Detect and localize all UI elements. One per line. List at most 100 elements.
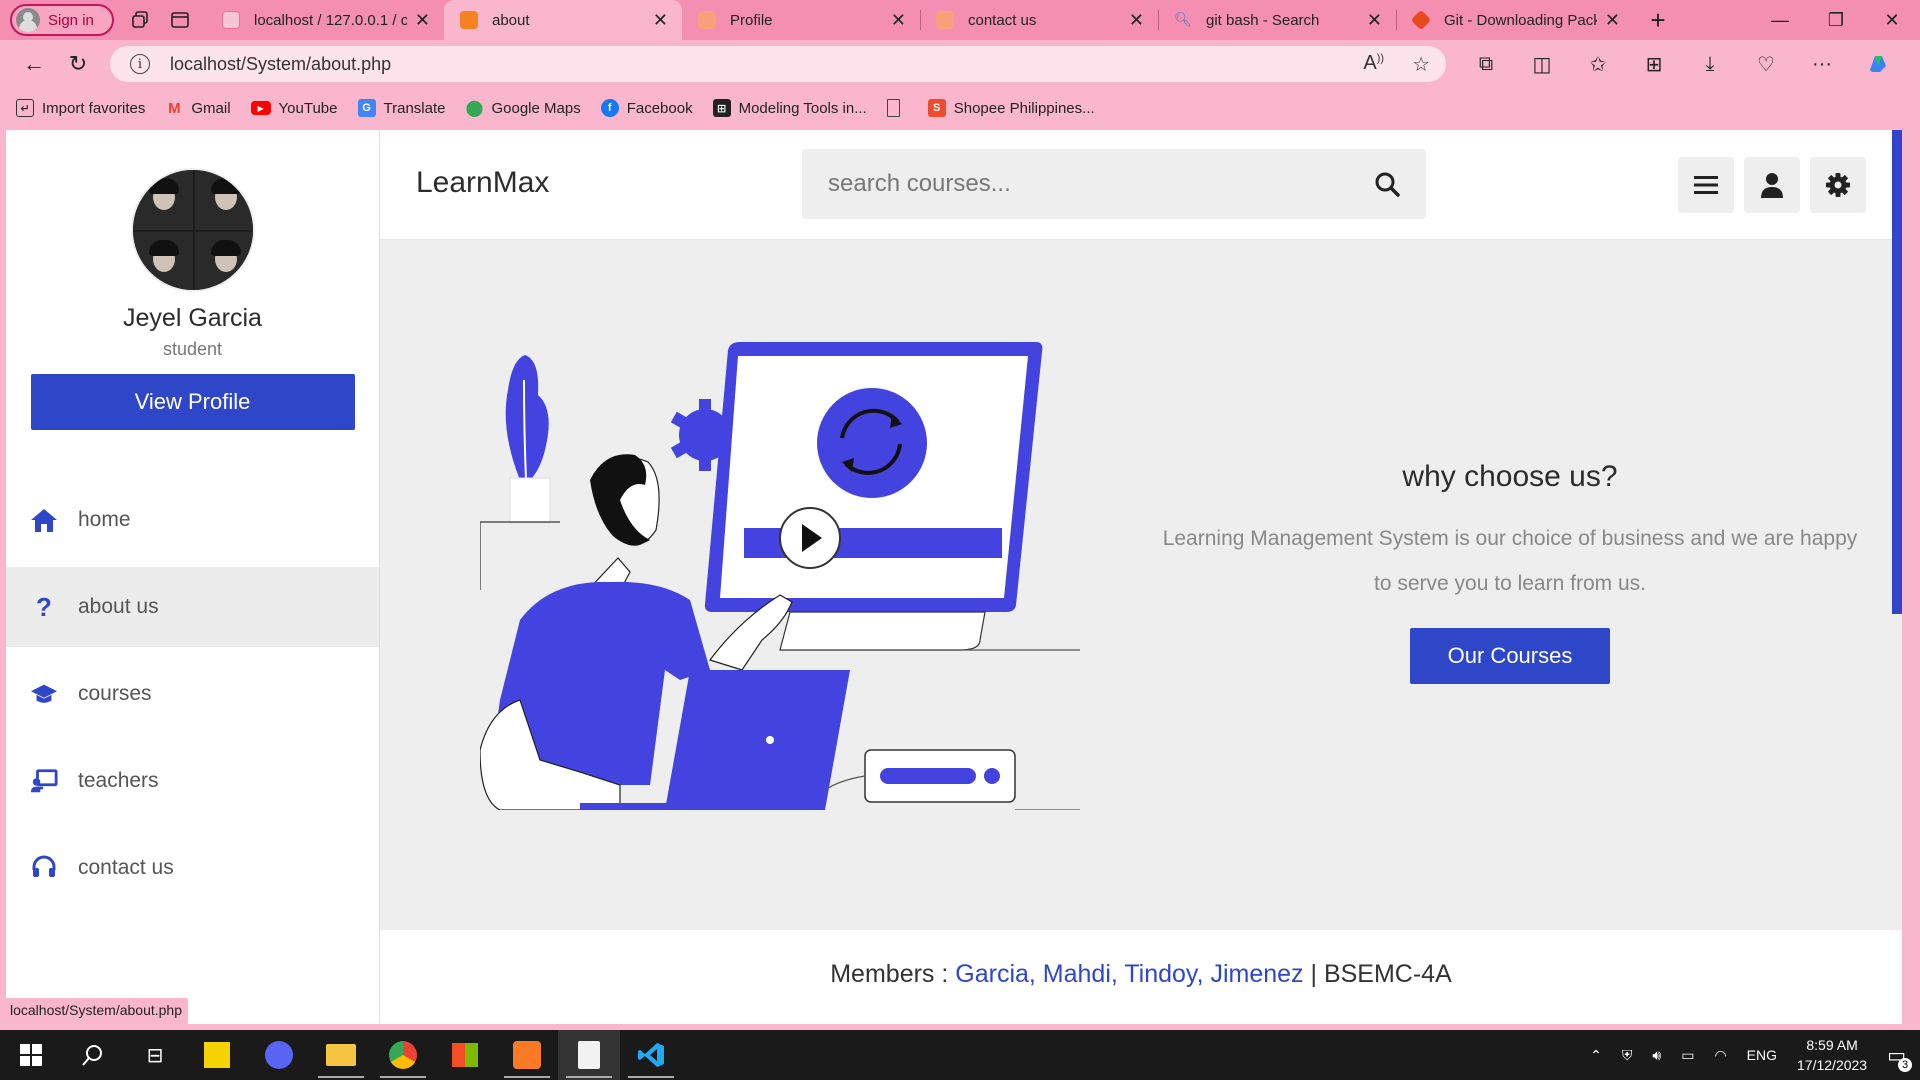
favorite-import[interactable]: ↵ Import favorites xyxy=(16,99,145,117)
new-tab-button[interactable]: + xyxy=(1634,0,1682,40)
favorites-bar: ↵ Import favorites M Gmail ▶ YouTube G T… xyxy=(0,88,1920,128)
graduation-cap-icon xyxy=(30,680,58,708)
taskbar-search-button[interactable] xyxy=(62,1030,124,1080)
battery-icon[interactable]: ▭ xyxy=(1681,1047,1694,1064)
menu-toggle-button[interactable] xyxy=(1678,157,1734,213)
notifications-button[interactable]: ▭ 3 xyxy=(1887,1043,1912,1072)
user-button[interactable] xyxy=(1744,157,1800,213)
taskbar-store[interactable] xyxy=(434,1030,496,1080)
taskbar-vscode[interactable] xyxy=(620,1030,682,1080)
site-info-icon[interactable]: i xyxy=(130,54,150,74)
favorite-label: Facebook xyxy=(626,99,693,117)
taskbar-chrome[interactable] xyxy=(372,1030,434,1080)
sidebar-item-home[interactable]: home xyxy=(6,480,379,560)
sidebar-item-label: home xyxy=(78,508,131,531)
tab-git-bash-search[interactable]: 🔍︎ git bash - Search ✕ xyxy=(1158,0,1396,40)
clock[interactable]: 8:59 AM 17/12/2023 xyxy=(1797,1035,1867,1075)
taskbar-discord[interactable] xyxy=(248,1030,310,1080)
security-icon[interactable]: ⛨ xyxy=(1622,1047,1633,1064)
sidebar-item-courses[interactable]: courses xyxy=(6,654,379,734)
site-logo[interactable]: LearnMax xyxy=(416,166,549,200)
minimize-button[interactable]: — xyxy=(1752,0,1808,40)
downloads-icon[interactable]: ⤓ xyxy=(1682,44,1738,84)
close-icon[interactable]: ✕ xyxy=(1367,10,1382,31)
favorite-google-maps[interactable]: ⬤ Google Maps xyxy=(465,99,581,118)
close-icon[interactable]: ✕ xyxy=(415,10,430,31)
address-toolbar: ← ↻ i localhost/System/about.php A)) ☆ ⧉… xyxy=(0,40,1920,88)
favorite-gmail[interactable]: M Gmail xyxy=(165,99,230,117)
favorite-facebook[interactable]: f Facebook xyxy=(600,99,693,117)
taskbar-notepad[interactable] xyxy=(558,1030,620,1080)
footer-prefix: Members : xyxy=(830,960,956,988)
favorite-star-icon[interactable]: ☆ xyxy=(1412,52,1430,77)
sidebar-item-teachers[interactable]: teachers xyxy=(6,741,379,821)
tab-git-download[interactable]: Git - Downloading Pack ✕ xyxy=(1396,0,1634,40)
restore-button[interactable]: ❐ xyxy=(1808,0,1864,40)
favorite-document[interactable] xyxy=(886,99,908,117)
close-icon[interactable]: ✕ xyxy=(1129,10,1144,31)
language-indicator[interactable]: ENG xyxy=(1747,1047,1777,1063)
sidebar-item-contact-us[interactable]: contact us xyxy=(6,828,379,908)
sign-in-button[interactable]: Sign in xyxy=(10,4,114,36)
browser-toolbar: ⧉ ◫ ✩ ⊞ ⤓ ♡ ··· xyxy=(1458,44,1906,84)
favorite-modeling-tools[interactable]: ⊞ Modeling Tools in... xyxy=(712,99,867,117)
extensions-icon[interactable]: ⧉ xyxy=(1458,44,1514,84)
volume-icon[interactable]: 🔊︎ xyxy=(1652,1047,1661,1064)
search-icon: 🔍︎ xyxy=(1174,11,1192,27)
home-icon xyxy=(30,506,58,534)
task-view-button[interactable]: ⊟ xyxy=(124,1030,186,1080)
tab-actions-icon[interactable] xyxy=(160,0,200,40)
search-icon[interactable] xyxy=(1374,171,1400,197)
sidebar-item-about-us[interactable]: ? about us xyxy=(6,567,379,647)
scrollbar-thumb[interactable] xyxy=(1892,130,1902,614)
header-buttons xyxy=(1678,157,1866,213)
taskbar-sticky-notes[interactable] xyxy=(186,1030,248,1080)
more-options-icon[interactable]: ··· xyxy=(1794,44,1850,84)
favorite-label: Google Maps xyxy=(491,99,581,117)
system-tray: ⌃ ⛨ 🔊︎ ▭ ◠ ENG 8:59 AM 17/12/2023 ▭ 3 xyxy=(1590,1035,1920,1075)
back-button[interactable]: ← xyxy=(12,44,56,84)
favorite-label: Modeling Tools in... xyxy=(738,99,867,117)
taskbar-file-explorer[interactable] xyxy=(310,1030,372,1080)
store-icon xyxy=(452,1043,478,1067)
shopee-icon: S xyxy=(927,99,946,117)
address-bar[interactable]: i localhost/System/about.php A)) ☆ xyxy=(110,46,1446,82)
read-aloud-icon[interactable]: A)) xyxy=(1363,52,1384,77)
favorite-label: Gmail xyxy=(191,99,231,117)
our-courses-button[interactable]: Our Courses xyxy=(1410,628,1610,684)
performance-icon[interactable]: ♡ xyxy=(1738,44,1794,84)
url-text: localhost/System/about.php xyxy=(170,53,392,74)
view-profile-button[interactable]: View Profile xyxy=(30,374,355,430)
tab-about[interactable]: about ✕ xyxy=(444,0,682,40)
settings-button[interactable] xyxy=(1810,157,1866,213)
tab-phpmyadmin[interactable]: localhost / 127.0.0.1 / cc ✕ xyxy=(206,0,444,40)
favorite-shopee[interactable]: S Shopee Philippines... xyxy=(927,99,1095,117)
close-icon[interactable]: ✕ xyxy=(653,10,668,31)
tab-title: localhost / 127.0.0.1 / cc xyxy=(254,11,407,29)
sidebar-item-label: about us xyxy=(78,595,159,618)
chevron-up-icon[interactable]: ⌃ xyxy=(1590,1047,1602,1064)
start-button[interactable] xyxy=(0,1030,62,1080)
tab-profile[interactable]: Profile ✕ xyxy=(682,0,920,40)
tab-contact-us[interactable]: contact us ✕ xyxy=(920,0,1158,40)
favorite-youtube[interactable]: ▶ YouTube xyxy=(250,100,338,117)
refresh-button[interactable]: ↻ xyxy=(56,44,100,84)
close-icon[interactable]: ✕ xyxy=(891,10,906,31)
search-bar: search courses... xyxy=(802,149,1426,219)
youtube-icon: ▶ xyxy=(250,101,271,115)
workspaces-icon[interactable] xyxy=(120,0,160,40)
close-icon[interactable]: ✕ xyxy=(1605,10,1620,31)
avatar xyxy=(130,168,255,292)
search-input[interactable]: search courses... xyxy=(828,170,1011,198)
wifi-icon[interactable]: ◠ xyxy=(1714,1047,1726,1064)
windows-taskbar: ⊟ ⌃ ⛨ 🔊︎ ▭ ◠ ENG 8:59 AM 17/12/2023 ▭ 3 xyxy=(0,1030,1920,1080)
favorite-translate[interactable]: G Translate xyxy=(357,99,445,117)
split-screen-icon[interactable]: ◫ xyxy=(1514,44,1570,84)
collections-icon[interactable]: ⊞ xyxy=(1626,44,1682,84)
copilot-icon[interactable] xyxy=(1850,44,1906,84)
profile-role: student xyxy=(162,339,223,359)
favorites-icon[interactable]: ✩ xyxy=(1570,44,1626,84)
close-window-button[interactable]: ✕ xyxy=(1864,0,1920,40)
sidebar-item-label: contact us xyxy=(78,856,174,879)
taskbar-xampp[interactable] xyxy=(496,1030,558,1080)
